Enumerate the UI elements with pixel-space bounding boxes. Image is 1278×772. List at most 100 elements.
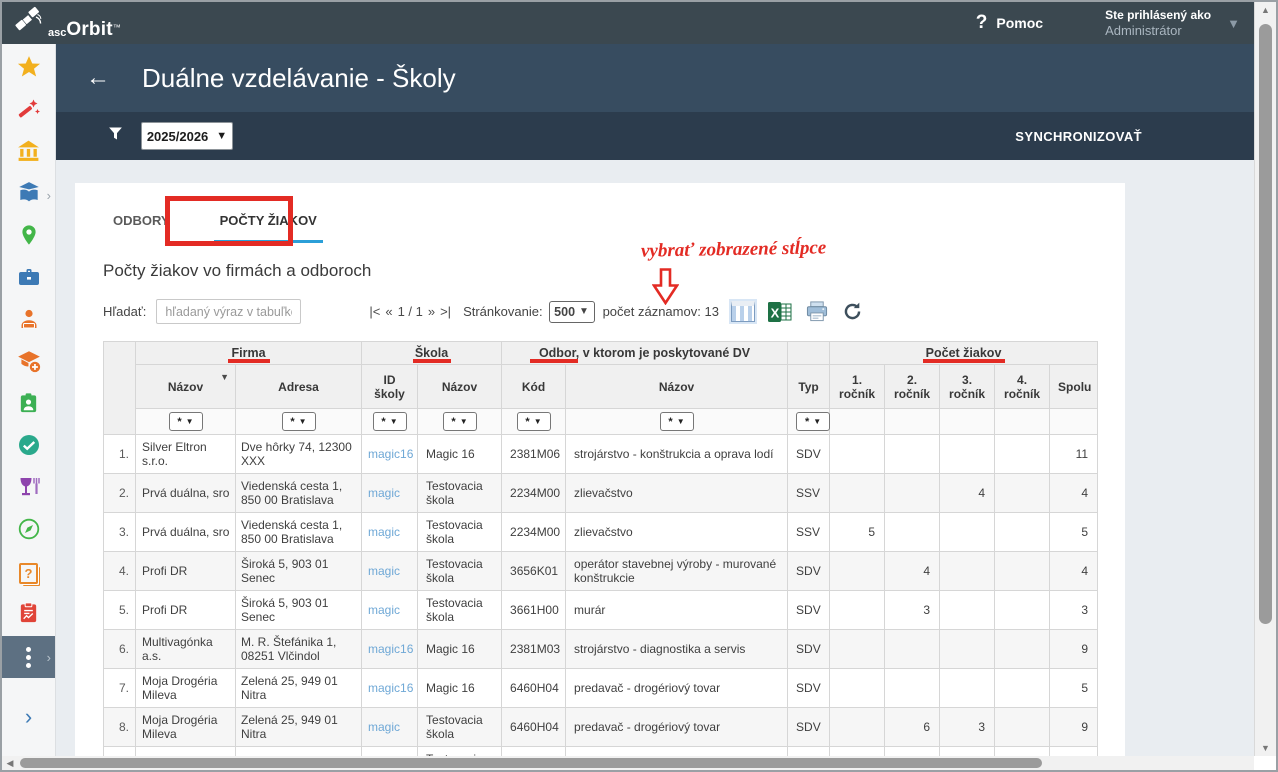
scroll-down-icon[interactable]: ▼ [1255, 740, 1276, 756]
filter-select-kod[interactable]: *▼ [517, 412, 551, 431]
sidebar-item-locations[interactable] [2, 216, 55, 258]
red-underline-firma [228, 359, 270, 363]
table-row: 7.Moja Drogéria MilevaZelená 25, 949 01 … [104, 669, 1098, 708]
help-button[interactable]: ? Pomoc [976, 12, 1043, 34]
pager-prev-button[interactable]: « [385, 304, 392, 319]
sidebar-item-favorites[interactable] [2, 48, 55, 90]
row-number-header [104, 342, 136, 435]
sidebar-item-reports[interactable] [2, 594, 55, 636]
col-header-firma-nazov[interactable]: Názov▼ [136, 365, 236, 409]
filter-cell: *▼ [418, 409, 502, 435]
col-header-rocnik-3[interactable]: 3. ročník [940, 365, 995, 409]
filter-cell [830, 409, 885, 435]
sidebar-item-companies[interactable] [2, 258, 55, 300]
horizontal-scroll-thumb[interactable] [20, 758, 1042, 768]
col-header-typ[interactable]: Typ [788, 365, 830, 409]
cell-r1 [830, 747, 885, 757]
chevron-down-icon[interactable]: ▼ [1227, 16, 1240, 31]
account-menu[interactable]: Ste prihlásený ako Administrátor [1105, 8, 1211, 38]
col-header-id-skoly[interactable]: ID školy [362, 365, 418, 409]
cell-r3: 4 [940, 474, 995, 513]
filter-funnel-icon [108, 126, 123, 146]
school-id-link[interactable]: magic16 [368, 447, 413, 461]
school-id-link[interactable]: magic [368, 564, 400, 578]
school-id-link[interactable]: magic [368, 603, 400, 617]
sidebar-item-more[interactable]: › [2, 636, 55, 678]
sidebar-item-attendance[interactable] [2, 426, 55, 468]
refresh-icon[interactable] [842, 301, 863, 322]
table-row: 5.Profi DRŠiroká 5, 903 01 SenecmagicTes… [104, 591, 1098, 630]
excel-export-icon[interactable]: X [768, 301, 792, 323]
pager-first-button[interactable]: |< [369, 304, 380, 319]
print-icon[interactable] [805, 300, 829, 323]
filter-select-skola-nazov[interactable]: *▼ [443, 412, 477, 431]
school-id-link[interactable]: magic [368, 486, 400, 500]
col-header-adresa[interactable]: Adresa [236, 365, 362, 409]
cell-odbor: strojárstvo - konštrukcia a oprava lodí [566, 435, 788, 474]
sidebar-item-wizard[interactable] [2, 90, 55, 132]
cell-r1 [830, 708, 885, 747]
scroll-up-icon[interactable]: ▲ [1255, 2, 1276, 18]
filter-cell [940, 409, 995, 435]
col-header-kod[interactable]: Kód [502, 365, 566, 409]
sidebar-item-faq[interactable]: ? [2, 552, 55, 594]
asc-orbit-logo[interactable]: ascOrbit™ [14, 6, 121, 41]
filter-select-typ[interactable]: *▼ [796, 412, 830, 431]
school-id-link[interactable]: magic16 [368, 681, 413, 695]
data-table: Firma Škola Odbor, v ktorom je poskytova… [103, 341, 1098, 756]
col-header-skola-nazov[interactable]: Názov [418, 365, 502, 409]
cell-r2 [885, 669, 940, 708]
back-arrow-icon[interactable]: ← [86, 64, 110, 92]
school-year-select[interactable]: 2025/2026 ▼ [141, 122, 233, 150]
col-header-rocnik-2[interactable]: 2. ročník [885, 365, 940, 409]
cell-id_skoly [362, 747, 418, 757]
sidebar-item-canteen[interactable] [2, 468, 55, 510]
tab-odbory[interactable]: ODBORY [107, 197, 176, 243]
app-bar: ascOrbit™ ? Pomoc Ste prihlásený ako Adm… [2, 2, 1254, 44]
school-id-link[interactable]: magic [368, 525, 400, 539]
sidebar-item-students-add[interactable] [2, 342, 55, 384]
cell-num: 5. [104, 591, 136, 630]
page-size-select[interactable]: 500 ▼ [549, 301, 595, 323]
cell-r3 [940, 552, 995, 591]
synchronize-button[interactable]: SYNCHRONIZOVAŤ [1015, 129, 1142, 144]
filter-select-adresa[interactable]: *▼ [282, 412, 316, 431]
sidebar-item-institution[interactable] [2, 132, 55, 174]
table-row: 6.Multivagónka a.s.M. R. Štefánika 1, 08… [104, 630, 1098, 669]
sidebar-item-instructors[interactable] [2, 300, 55, 342]
cell-r4 [995, 591, 1050, 630]
col-header-rocnik-1[interactable]: 1. ročník [830, 365, 885, 409]
col-header-odbor-nazov[interactable]: Názov [566, 365, 788, 409]
filter-select-id-skoly[interactable]: *▼ [373, 412, 407, 431]
filter-select-odbor-nazov[interactable]: *▼ [660, 412, 694, 431]
cell-typ: SDV [788, 552, 830, 591]
sidebar-item-id-badge[interactable] [2, 384, 55, 426]
pager-next-button[interactable]: » [428, 304, 435, 319]
tab-pocty-ziakov[interactable]: POČTY ŽIAKOV [214, 197, 323, 243]
vertical-scroll-thumb[interactable] [1259, 24, 1272, 624]
column-chooser-icon[interactable] [731, 301, 755, 322]
school-id-link[interactable]: magic [368, 720, 400, 734]
vertical-scrollbar[interactable]: ▲ ▼ [1254, 2, 1276, 756]
pager-last-button[interactable]: >| [440, 304, 451, 319]
cell-firma [136, 747, 236, 757]
cell-r1 [830, 630, 885, 669]
clock-check-icon [17, 433, 41, 462]
cell-skola: Testovacia škola [418, 708, 502, 747]
school-id-link[interactable]: magic16 [368, 642, 413, 656]
chevron-down-icon: ▼ [299, 417, 307, 426]
col-header-spolu[interactable]: Spolu [1050, 365, 1098, 409]
filter-cell: *▼ [136, 409, 236, 435]
col-header-rocnik-4[interactable]: 4. ročník [995, 365, 1050, 409]
horizontal-scrollbar[interactable]: ◀ [2, 756, 1254, 770]
search-input[interactable] [156, 299, 301, 324]
filter-cell: *▼ [236, 409, 362, 435]
cell-spolu: 4 [1050, 552, 1098, 591]
sidebar-item-schools[interactable]: › [2, 174, 55, 216]
sidebar-expand-button[interactable]: › [2, 704, 55, 730]
sidebar-item-explore[interactable] [2, 510, 55, 552]
table-row: 1.Silver Eltron s.r.o.Dve hôrky 74, 1230… [104, 435, 1098, 474]
filter-select-firma-nazov[interactable]: *▼ [169, 412, 203, 431]
scroll-left-icon[interactable]: ◀ [2, 758, 18, 769]
cell-r2 [885, 474, 940, 513]
